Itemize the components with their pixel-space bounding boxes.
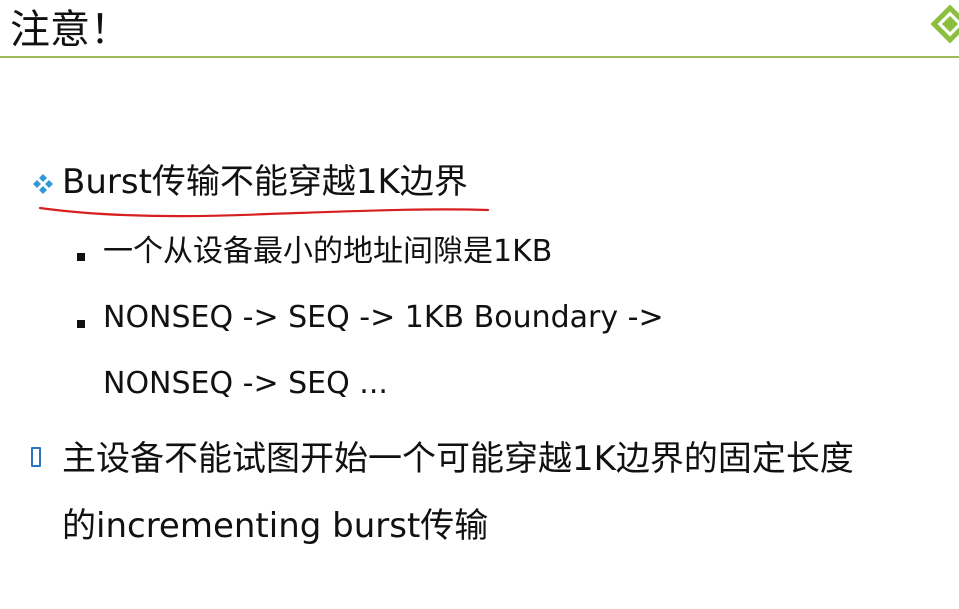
- bullet-master-line1: 主设备不能试图开始一个可能穿越1K边界的固定长度: [62, 439, 854, 479]
- red-underline-annotation: [38, 206, 490, 218]
- sub-bullet-sequence-line1: NONSEQ -> SEQ -> 1KB Boundary ->: [103, 300, 664, 335]
- slide-title: 注意！: [10, 7, 130, 53]
- sub-bullet-slave-gap: 一个从设备最小的地址间隙是1KB: [103, 234, 553, 269]
- sub-bullet-sequence-line2: NONSEQ -> SEQ ...: [103, 366, 388, 401]
- bullet-master-line2: 的incrementing burst传输: [62, 506, 489, 546]
- title-divider: [0, 56, 959, 58]
- box-bullet-icon: [31, 447, 41, 467]
- slide: 注意！ Burst传输不能穿越1K边界 一个从设备最小的地址间隙是1KB NON…: [0, 0, 959, 609]
- square-bullet-icon: [77, 320, 85, 328]
- square-bullet-icon: [77, 253, 85, 261]
- logo-icon: [930, 4, 959, 44]
- diamond-bullet-icon: [33, 174, 53, 194]
